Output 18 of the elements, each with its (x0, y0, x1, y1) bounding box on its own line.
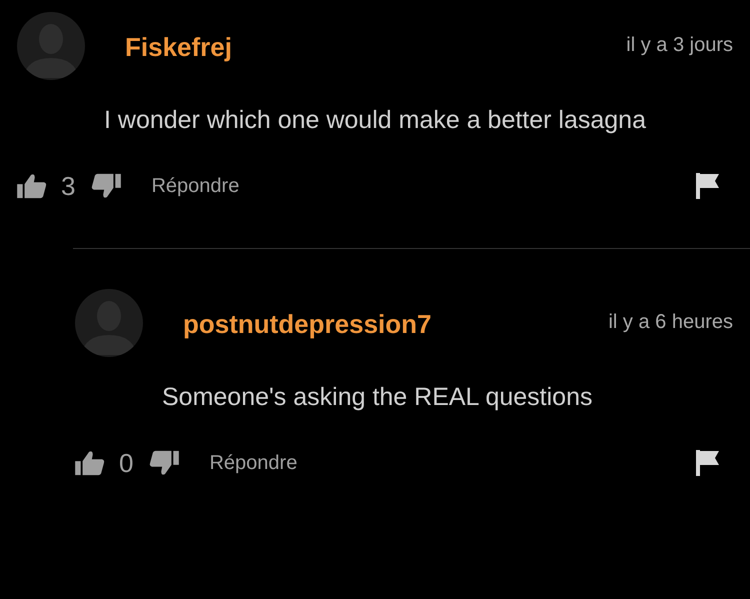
avatar-icon (75, 289, 143, 357)
thumbs-down-icon[interactable] (149, 450, 180, 476)
thumbs-down-icon[interactable] (91, 173, 122, 199)
flag-icon[interactable] (696, 173, 720, 199)
like-count: 3 (61, 170, 76, 202)
thumbs-up-icon[interactable] (75, 450, 105, 476)
flag-icon[interactable] (696, 450, 720, 476)
timestamp: il y a 3 jours (626, 34, 733, 57)
like-count: 0 (119, 448, 134, 478)
username[interactable]: Fiskefrej (125, 32, 232, 62)
comment-text: Someone's asking the REAL questions (162, 382, 594, 413)
comment-text: I wonder which one would make a better lasagna (104, 105, 647, 136)
reply-link[interactable]: Répondre (151, 174, 240, 198)
username[interactable]: postnutdepression7 (183, 308, 432, 340)
thumbs-up-icon[interactable] (17, 173, 47, 199)
timestamp: il y a 6 heures (608, 311, 733, 334)
avatar-icon (17, 12, 85, 80)
reply-link[interactable]: Répondre (209, 452, 298, 474)
